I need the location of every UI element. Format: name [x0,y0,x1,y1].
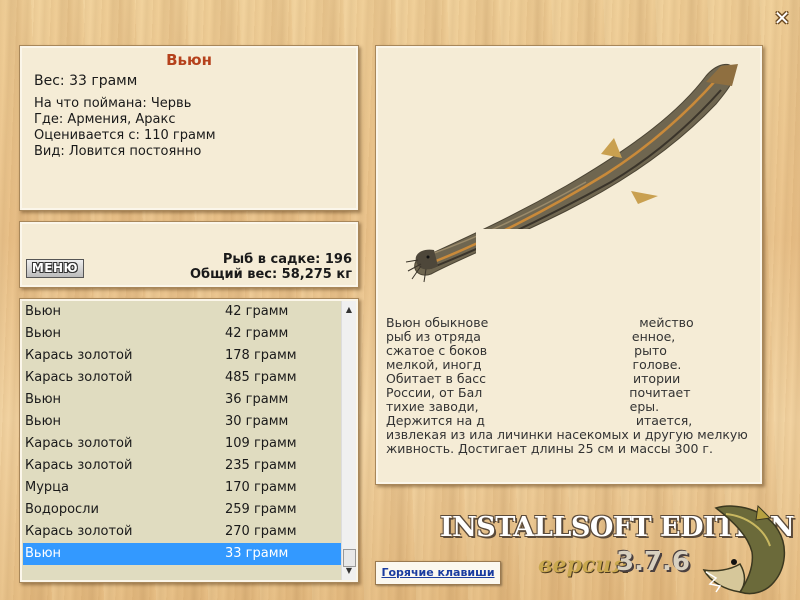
item-name: Вьюн [25,304,62,319]
location-line: Где: Армения, Аракс [34,112,176,127]
item-weight: 178 грамм [225,348,297,363]
value-line: Оценивается с: 110 грамм [34,128,216,143]
fish-description-panel: Вьюн обыкнове мейство рыб из отряда енно… [375,45,763,485]
item-name: Вьюн [25,326,62,341]
fish-in-net-count: Рыб в садке: 196 [222,252,352,267]
item-weight: 42 грамм [225,326,289,341]
description-line: сжатое с боков рыто [386,343,667,358]
list-scrollbar[interactable]: ▲ ▼ [341,301,356,580]
list-item[interactable]: Карась золотой 270 грамм [23,521,341,543]
item-weight: 109 грамм [225,436,297,451]
species-line: Вид: Ловится постоянно [34,144,202,159]
list-item[interactable]: Карась золотой 485 грамм [23,367,341,389]
list-item[interactable]: Водоросли 259 грамм [23,499,341,521]
description-line: России, от Бал почитает [386,385,691,400]
item-name: Мурца [25,480,69,495]
item-name: Карась золотой [25,436,133,451]
description-line: тихие заводи, еры. [386,399,660,414]
list-item[interactable]: Вьюн 42 грамм [23,301,341,323]
list-item[interactable]: Карась золотой 178 грамм [23,345,341,367]
item-weight: 270 грамм [225,524,297,539]
description-line: Вьюн обыкнове мейство [386,315,694,330]
item-name: Карась золотой [25,524,133,539]
list-item[interactable]: Вьюн 36 грамм [23,389,341,411]
stats-panel: МЕНЮ Рыб в садке: 196 Общий вес: 58,275 … [19,221,359,288]
description-line: живность. Достигает длины 25 см и массы … [386,441,713,456]
item-weight: 36 грамм [225,392,289,407]
item-name: Карась золотой [25,370,133,385]
close-button[interactable]: ✕ [772,8,792,28]
item-name: Карась золотой [25,458,133,473]
bait-line: На что поймана: Червь [34,96,192,111]
list-item[interactable]: Карась золотой 235 грамм [23,455,341,477]
description-line: Обитает в басс итории [386,371,681,386]
description-line: извлекая из ила личинки насекомых и друг… [386,427,748,442]
scroll-down-icon[interactable]: ▼ [342,564,356,578]
item-name: Вьюн [25,414,62,429]
list-item[interactable]: Карась золотой 109 грамм [23,433,341,455]
item-weight: 42 грамм [225,304,289,319]
item-name: Карась золотой [25,348,133,363]
item-weight: 235 грамм [225,458,297,473]
item-weight: 30 грамм [225,414,289,429]
menu-button[interactable]: МЕНЮ [26,259,84,278]
hotkeys-button[interactable]: Горячие клавиши [375,561,501,585]
scroll-up-icon[interactable]: ▲ [342,303,356,317]
description-line: Держится на д итается, [386,413,693,428]
item-name: Вьюн [25,546,62,561]
description-line: мелкой, иногд голове. [386,357,682,372]
list-item[interactable]: Вьюн 30 грамм [23,411,341,433]
item-weight: 33 грамм [225,546,289,561]
item-weight: 170 грамм [225,480,297,495]
list-item[interactable]: Мурца 170 грамм [23,477,341,499]
image-mask [476,229,676,317]
catch-list: Вьюн 42 грамм Вьюн 42 грамм Карась золотой… [23,301,341,565]
item-name: Водоросли [25,502,99,517]
total-weight: Общий вес: 58,275 кг [189,267,352,282]
fish-info-panel: Вьюн Вес: 33 грамм На что поймана: Червь… [19,45,359,211]
list-item-selected[interactable]: Вьюн 33 грамм [23,543,341,565]
fish-description: Вьюн обыкнове мейство рыб из отряда енно… [386,316,752,456]
fish-title: Вьюн [166,51,212,69]
description-line: рыб из отряда енное, [386,329,676,344]
fish-weight: Вес: 33 грамм [34,73,138,89]
item-weight: 259 грамм [225,502,297,517]
list-item[interactable]: Вьюн 42 грамм [23,323,341,345]
item-weight: 485 грамм [225,370,297,385]
pike-fish-icon [702,504,786,595]
version-number: 3.7.6 [616,547,691,577]
catch-list-panel: Вьюн 42 грамм Вьюн 42 грамм Карась золотой… [19,298,359,583]
item-name: Вьюн [25,392,62,407]
